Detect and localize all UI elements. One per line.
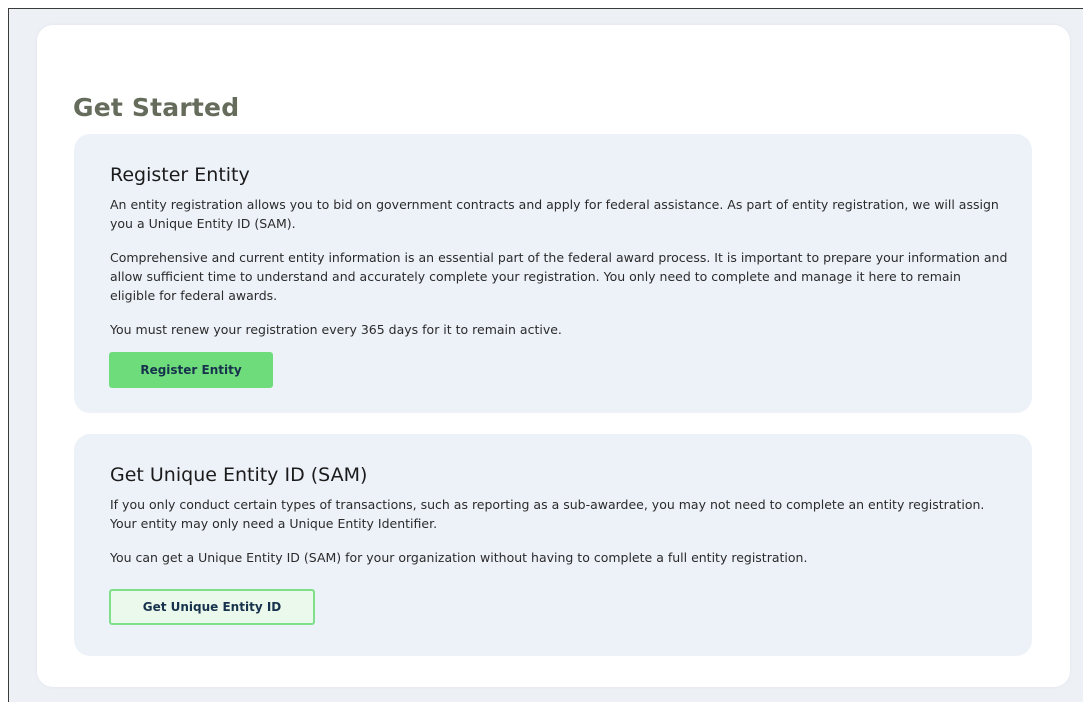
page-title: Get Started [73,93,240,122]
register-entity-heading: Register Entity [110,164,250,186]
register-entity-panel: Register Entity An entity registration a… [74,134,1032,413]
register-entity-renewal-note: You must renew your registration every 3… [110,322,562,337]
register-entity-details: Comprehensive and current entity informa… [110,250,1008,303]
get-uei-heading: Get Unique Entity ID (SAM) [110,464,368,486]
get-uei-description: If you only conduct certain types of tra… [110,497,985,531]
get-uei-button[interactable]: Get Unique Entity ID [109,589,315,625]
register-entity-button[interactable]: Register Entity [109,352,273,388]
get-uei-note: You can get a Unique Entity ID (SAM) for… [110,550,808,565]
viewport-frame: Get Started Register Entity An entity re… [8,8,1083,702]
register-entity-description: An entity registration allows you to bid… [110,197,999,231]
get-uei-panel: Get Unique Entity ID (SAM) If you only c… [74,434,1032,656]
get-started-card: Get Started Register Entity An entity re… [37,25,1070,687]
